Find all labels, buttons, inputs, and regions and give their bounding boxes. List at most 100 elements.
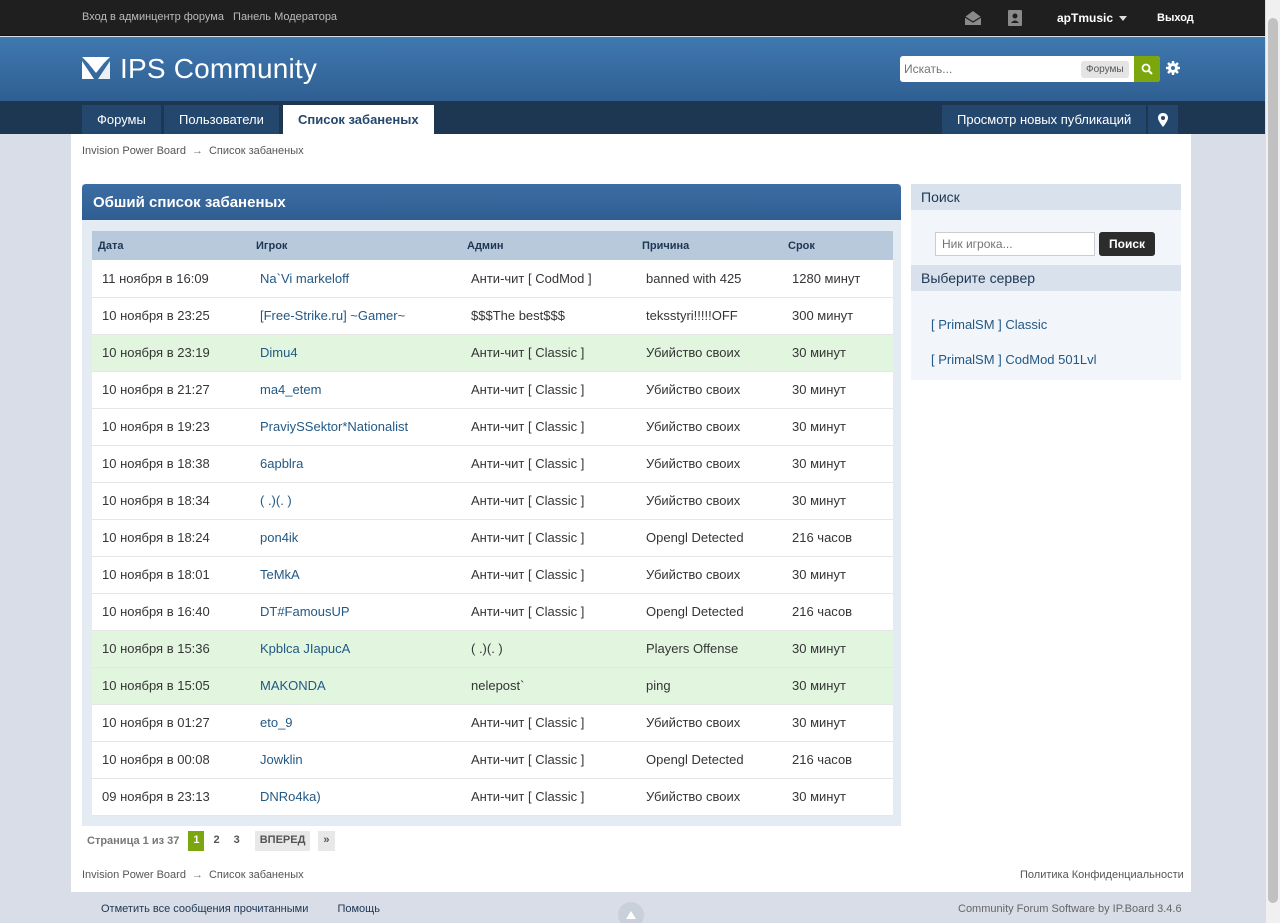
cell-term: 216 часов [782,741,893,779]
search-scope[interactable]: Форумы [1081,60,1129,78]
page-1[interactable]: 1 [188,831,205,851]
player-search-button[interactable]: Поиск [1099,231,1156,256]
scrollbar-thumb[interactable] [1268,18,1278,903]
logo-text: IPS Community [120,53,318,84]
cell-player[interactable]: ( .)(. ) [250,482,461,520]
cell-player[interactable]: 6apblra [250,445,461,483]
table-row: 11 ноября в 16:09 Na`Vi markeloff Анти-чит… [92,260,893,298]
admin-links: Вход в админцентр форума Панель Модерато… [82,11,343,23]
location-button[interactable] [1148,105,1178,134]
cell-player[interactable]: DNRo4ka) [250,778,461,816]
scrollbar[interactable] [1265,0,1280,923]
cell-player[interactable]: [Free-Strike.ru] ~Gamer~ [250,297,461,335]
breadcrumb-current[interactable]: Список забаненых [209,869,304,881]
cell-player[interactable]: TeMkA [250,556,461,594]
search-box: Форумы [900,56,1160,82]
mark-all-read-link[interactable]: Отметить все сообщения прочитанными [101,903,308,915]
cell-term: 30 минут [782,371,893,409]
notifications-icon[interactable] [1005,8,1025,28]
cell-reason: Убийство своих [636,445,782,483]
next-page-button[interactable]: ВПЕРЕД [254,831,311,851]
servers-title: Выберите сервер [911,265,1181,291]
cell-date: 10 ноября в 15:36 [92,630,250,668]
messages-icon[interactable] [963,8,983,28]
table-row: 10 ноября в 19:23 PraviySSektor*Nationali… [92,408,893,446]
new-posts-button[interactable]: Просмотр новых публикаций [942,105,1147,134]
cell-player[interactable]: pon4ik [250,519,461,557]
cell-reason: Убийство своих [636,482,782,520]
cell-date: 10 ноября в 15:05 [92,667,250,705]
breadcrumb-root[interactable]: Invision Power Board [82,145,186,157]
cell-player[interactable]: DT#FamousUP [250,593,461,631]
cell-date: 10 ноября в 23:25 [92,297,250,335]
player-search-input[interactable] [935,231,1095,256]
help-link[interactable]: Помощь [337,903,380,915]
header: IPS Community Форумы [0,37,1265,101]
site-logo[interactable]: IPS Community [82,53,317,85]
privacy-link[interactable]: Политика Конфиденциальности [1020,869,1184,881]
cell-term: 30 минут [782,408,893,446]
tab-banlist[interactable]: Список забаненых [283,105,434,134]
back-to-top-button[interactable] [618,902,644,923]
logout-link[interactable]: Выход [1157,12,1194,24]
cell-reason: Opengl Detected [636,519,782,557]
col-reason[interactable]: Причина [636,231,782,260]
main-nav: Форумы Пользователи Список забаненых Про… [0,101,1265,134]
cell-term: 30 минут [782,778,893,816]
table-row: 10 ноября в 16:40 DT#FamousUP Анти-чит [ C… [92,593,893,631]
server-link-classic[interactable]: [ PrimalSM ] Classic [911,307,1181,342]
search-button[interactable] [1134,56,1160,82]
table-row: 10 ноября в 15:05 MAKONDA nelepost` ping 30 … [92,667,893,705]
tab-forums[interactable]: Форумы [82,105,161,134]
copyright: Community Forum Software by IP.Board 3.4… [958,903,1182,915]
gear-icon[interactable] [1165,60,1181,76]
cell-admin: Анти-чит [ Classic ] [461,519,636,557]
cell-date: 10 ноября в 01:27 [92,704,250,742]
breadcrumb-root[interactable]: Invision Power Board [82,869,186,881]
cell-reason: Opengl Detected [636,741,782,779]
cell-player[interactable]: Kpblca JIapucA [250,630,461,668]
col-player[interactable]: Игрок [250,231,461,260]
cell-term: 300 минут [782,297,893,335]
banlist-table: Дата Игрок Админ Причина Срок 11 ноября … [92,231,893,816]
pagination: Страница 1 из 37 1 2 3 ВПЕРЕД » [87,831,339,851]
cell-player[interactable]: Dimu4 [250,334,461,372]
cell-player[interactable]: Jowklin [250,741,461,779]
sidebar-search-title: Поиск [911,184,1181,210]
last-page-button[interactable]: » [318,831,335,851]
cell-reason: Убийство своих [636,371,782,409]
breadcrumb-current[interactable]: Список забаненых [209,145,304,157]
cell-date: 10 ноября в 19:23 [92,408,250,446]
col-term[interactable]: Срок [782,231,893,260]
arrow-right-icon: → [191,145,203,157]
table-row: 10 ноября в 18:38 6apblra Анти-чит [ Class… [92,445,893,483]
page-3[interactable]: 3 [229,831,245,851]
col-admin[interactable]: Админ [461,231,636,260]
tab-members[interactable]: Пользователи [164,105,279,134]
cell-term: 1280 минут [782,260,893,298]
search-input[interactable] [904,57,1079,81]
cell-player[interactable]: MAKONDA [250,667,461,705]
table-header-row: Дата Игрок Админ Причина Срок [92,231,893,260]
table-row: 09 ноября в 23:13 DNRo4ka) Анти-чит [ Clas… [92,778,893,816]
admin-cp-link[interactable]: Вход в админцентр форума [82,11,224,23]
cell-player[interactable]: PraviySSektor*Nationalist [250,408,461,446]
page-2[interactable]: 2 [208,831,224,851]
cell-player[interactable]: Na`Vi markeloff [250,260,461,298]
cell-admin: Анти-чит [ Classic ] [461,445,636,483]
breadcrumb-bottom: Invision Power Board → Список забаненых [82,869,304,881]
cell-term: 30 минут [782,630,893,668]
table-row: 10 ноября в 00:08 Jowklin Анти-чит [ Class… [92,741,893,779]
cell-term: 216 часов [782,593,893,631]
user-menu[interactable]: apTmusic [1057,11,1128,25]
cell-player[interactable]: eto_9 [250,704,461,742]
moderator-panel-link[interactable]: Панель Модератора [233,11,337,23]
cell-player[interactable]: ma4_etem [250,371,461,409]
col-date[interactable]: Дата [92,231,250,260]
table-row: 10 ноября в 23:25 [Free-Strike.ru] ~Gamer… [92,297,893,335]
server-link-codmod[interactable]: [ PrimalSM ] CodMod 501Lvl [911,342,1181,377]
search-icon [1141,63,1153,75]
cell-term: 30 минут [782,667,893,705]
cell-admin: Анти-чит [ Classic ] [461,556,636,594]
cell-date: 10 ноября в 23:19 [92,334,250,372]
